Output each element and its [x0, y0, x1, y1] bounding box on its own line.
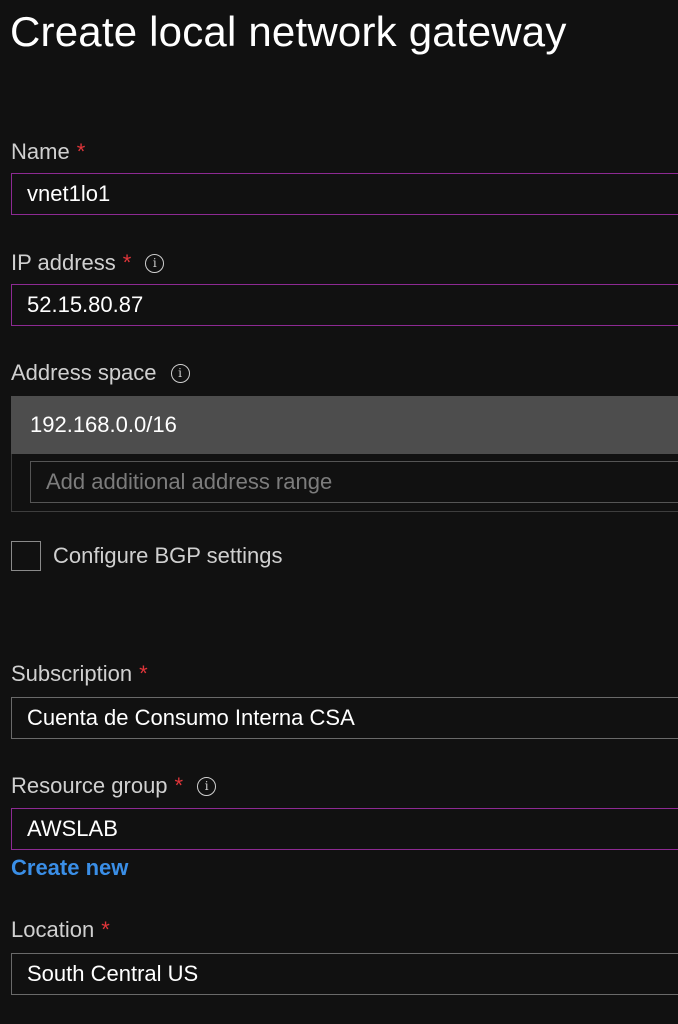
- resource-group-required-marker: *: [174, 773, 184, 798]
- bgp-settings-label[interactable]: Configure BGP settings: [53, 543, 283, 569]
- location-select[interactable]: South Central US: [11, 953, 678, 995]
- subscription-required-marker: *: [139, 661, 148, 686]
- name-label-group: Name *: [11, 139, 85, 165]
- resource-group-info-icon[interactable]: i: [197, 776, 217, 796]
- location-required-marker: *: [101, 917, 110, 942]
- address-space-label-group: Address space i: [11, 360, 190, 386]
- bgp-settings-checkbox[interactable]: [11, 541, 41, 571]
- ip-address-input[interactable]: 52.15.80.87: [11, 284, 678, 326]
- address-space-frame: [11, 454, 12, 512]
- ip-address-label: IP address: [11, 250, 116, 275]
- page-title: Create local network gateway: [10, 8, 567, 55]
- section-divider: [11, 511, 678, 512]
- create-new-link[interactable]: Create new: [11, 855, 128, 881]
- name-label: Name: [11, 139, 70, 164]
- ip-address-info-icon[interactable]: i: [145, 253, 165, 273]
- address-range-row[interactable]: 192.168.0.0/16: [11, 396, 678, 454]
- subscription-label: Subscription: [11, 661, 133, 686]
- subscription-select[interactable]: Cuenta de Consumo Interna CSA: [11, 697, 678, 739]
- resource-group-label-group: Resource group * i: [11, 773, 217, 799]
- resource-group-label: Resource group: [11, 773, 168, 798]
- address-space-label: Address space: [11, 360, 157, 385]
- add-address-range-input[interactable]: Add additional address range: [30, 461, 678, 503]
- ip-address-required-marker: *: [122, 250, 132, 275]
- location-label-group: Location *: [11, 917, 110, 943]
- resource-group-select[interactable]: AWSLAB: [11, 808, 678, 850]
- location-label: Location: [11, 917, 95, 942]
- address-space-info-icon[interactable]: i: [170, 363, 190, 383]
- ip-address-label-group: IP address * i: [11, 250, 165, 276]
- name-input[interactable]: vnet1lo1: [11, 173, 678, 215]
- name-required-marker: *: [76, 139, 86, 164]
- subscription-label-group: Subscription *: [11, 661, 148, 687]
